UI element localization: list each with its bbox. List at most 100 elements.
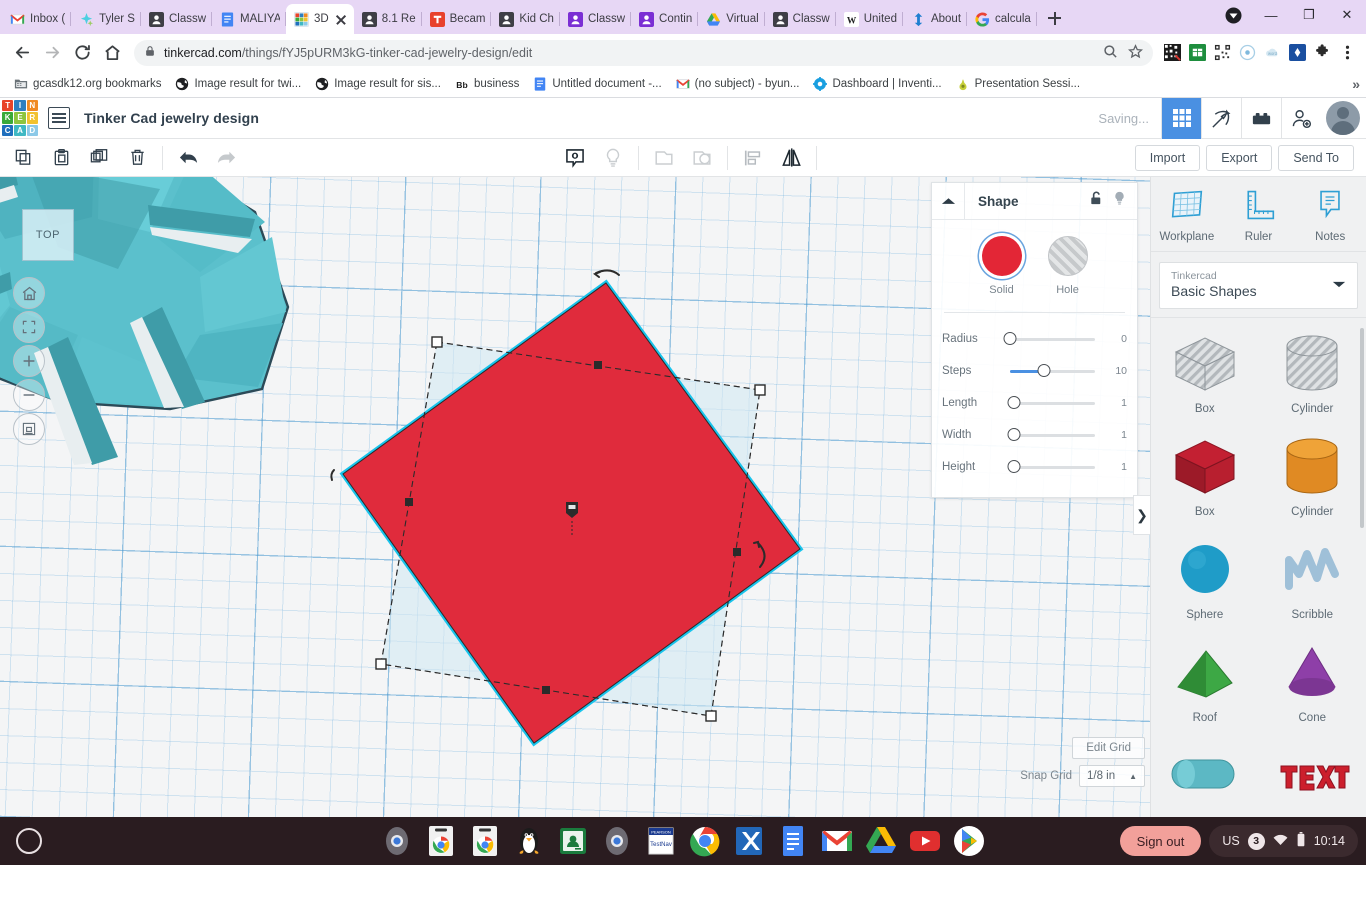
zoom-in-button[interactable] <box>13 345 45 377</box>
browser-tab[interactable]: Becam <box>422 4 492 34</box>
bookmark-star-icon[interactable] <box>1127 43 1144 62</box>
slider-track[interactable] <box>1003 332 1095 345</box>
play-store[interactable] <box>952 824 986 858</box>
wifi-icon[interactable] <box>1273 833 1288 849</box>
notification-badge[interactable]: 3 <box>1247 832 1265 850</box>
sidebar-scrollbar[interactable] <box>1360 328 1364 528</box>
notes-button[interactable] <box>556 141 594 175</box>
minimize-button[interactable]: — <box>1252 0 1290 30</box>
slider-knob[interactable] <box>1007 460 1021 473</box>
chromeos-shelf[interactable]: PEARSON TestNav Sign out US 3 10:14 <box>0 817 1366 865</box>
clock[interactable]: 10:14 <box>1314 834 1345 848</box>
shape-library-item-box[interactable]: Box <box>1151 429 1259 520</box>
align-button[interactable] <box>734 141 772 175</box>
undo-button[interactable] <box>169 141 207 175</box>
slider-row-radius[interactable]: Radius 0 <box>942 323 1127 355</box>
redo-button[interactable] <box>207 141 245 175</box>
bookmark-item[interactable]: Bb business <box>449 74 525 94</box>
blocks-mode-button[interactable] <box>1241 97 1281 139</box>
group-button[interactable] <box>645 141 683 175</box>
bookmark-item[interactable]: Image result for sis... <box>309 74 447 94</box>
slider-knob[interactable] <box>1003 332 1017 345</box>
bookmarks-bar[interactable]: gcasdk12.org bookmarks Image result for t… <box>0 71 1366 98</box>
user-avatar[interactable] <box>1326 101 1360 135</box>
sidebar-tool-workplane[interactable]: Workplane <box>1151 188 1223 243</box>
slider-knob[interactable] <box>1007 396 1021 409</box>
edit-grid-button[interactable]: Edit Grid <box>1072 737 1145 759</box>
blue-diamond-extension-icon[interactable] <box>1286 42 1308 64</box>
record-extension-icon[interactable] <box>1236 42 1258 64</box>
lightbulb-icon[interactable] <box>1111 190 1128 212</box>
copy-button[interactable] <box>4 141 42 175</box>
chevron-down-icon[interactable] <box>1332 276 1346 294</box>
slider-knob[interactable] <box>1007 428 1021 441</box>
slider-row-width[interactable]: Width 1 <box>942 419 1127 451</box>
shapes-sidebar[interactable]: Workplane Ruler Notes Tinkercad Basic Sh… <box>1150 177 1366 817</box>
send-to-button[interactable]: Send To <box>1278 144 1354 171</box>
xtramath-app[interactable] <box>732 824 766 858</box>
browser-tab[interactable]: About <box>903 4 968 34</box>
browser-tab[interactable]: Inbox ( <box>2 4 72 34</box>
bookmark-item[interactable]: Presentation Sessi... <box>950 74 1086 94</box>
extensions-row[interactable]: word <box>1161 42 1358 64</box>
reload-button[interactable] <box>68 39 96 67</box>
shape-library-picker[interactable]: Tinkercad Basic Shapes <box>1159 262 1358 309</box>
sidebar-tools[interactable]: Workplane Ruler Notes <box>1151 177 1366 252</box>
search-icon[interactable] <box>1103 44 1118 62</box>
slider-track[interactable] <box>1010 364 1095 377</box>
duplicate-button[interactable] <box>80 141 118 175</box>
sign-out-button[interactable]: Sign out <box>1119 826 1202 856</box>
bookmark-item[interactable]: (no subject) - byun... <box>670 74 806 94</box>
forward-button[interactable] <box>38 39 66 67</box>
browser-tab-strip[interactable]: Inbox (Tyler S Classw MALIYA 3D 8.1 Re Becam K… <box>0 0 1366 34</box>
chrome-menu-icon[interactable] <box>1336 42 1358 64</box>
launcher-button[interactable] <box>16 828 42 854</box>
slider-row-steps[interactable]: Steps 10 <box>942 355 1127 387</box>
back-button[interactable] <box>8 39 36 67</box>
shape-library-item[interactable] <box>1151 738 1259 817</box>
bookmarks-overflow-button[interactable]: » <box>1352 76 1360 92</box>
bookmark-item[interactable]: Untitled document -... <box>527 74 667 94</box>
sheets-extension-icon[interactable] <box>1186 42 1208 64</box>
solid-hole-selector[interactable]: Solid Hole <box>932 220 1137 306</box>
browser-tab[interactable]: Virtual <box>698 4 765 34</box>
home-button[interactable] <box>98 39 126 67</box>
browser-tab[interactable]: Classw <box>560 4 632 34</box>
shape-library-item-scribble[interactable]: Scribble <box>1259 532 1366 623</box>
panel-collapse-button[interactable] <box>932 183 965 219</box>
bookmark-item[interactable]: gcasdk12.org bookmarks <box>8 74 167 94</box>
design-canvas[interactable]: TOP Shape Solid Hole Radius 0 Steps 10 L… <box>0 177 1150 817</box>
browser-tab[interactable]: W United <box>836 4 903 34</box>
invite-people-button[interactable] <box>1281 97 1321 139</box>
shape-library-item-cylinder[interactable]: Cylinder <box>1259 326 1366 417</box>
chrome-shortcut-1[interactable] <box>424 824 458 858</box>
qr-extension-icon[interactable] <box>1161 42 1183 64</box>
qr-code-extension-icon[interactable] <box>1211 42 1233 64</box>
linux-terminal[interactable] <box>512 824 546 858</box>
view-controls[interactable] <box>13 277 45 447</box>
snap-grid-select[interactable]: 1/8 in ▲ <box>1079 765 1145 787</box>
browser-tab[interactable]: MALIYA <box>212 4 287 34</box>
ungroup-button[interactable] <box>683 141 721 175</box>
codeblocks-mode-button[interactable] <box>1201 97 1241 139</box>
profile-chip-icon[interactable] <box>1214 0 1252 30</box>
slider-value[interactable]: 1 <box>1101 461 1127 473</box>
project-menu-icon[interactable] <box>48 107 70 129</box>
system-tray[interactable]: US 3 10:14 <box>1209 825 1358 857</box>
perspective-toggle-button[interactable] <box>13 413 45 445</box>
slider-track[interactable] <box>1007 396 1095 409</box>
export-button[interactable]: Export <box>1206 144 1273 171</box>
bookmark-item[interactable]: Image result for twi... <box>169 74 307 94</box>
slider-value[interactable]: 1 <box>1101 397 1127 409</box>
shelf-app-list[interactable]: PEARSON TestNav <box>380 824 986 858</box>
tab-close-icon[interactable] <box>334 12 348 26</box>
pearson-testnav[interactable]: PEARSON TestNav <box>644 824 678 858</box>
slider-row-length[interactable]: Length 1 <box>942 387 1127 419</box>
gmail-app[interactable] <box>820 824 854 858</box>
extensions-puzzle-icon[interactable] <box>1311 42 1333 64</box>
new-tab-button[interactable] <box>1041 4 1069 32</box>
bookmark-item[interactable]: Dashboard | Inventi... <box>807 74 947 94</box>
slider-knob[interactable] <box>1037 364 1051 377</box>
camera-app-2[interactable] <box>600 824 634 858</box>
shape-library-item-sphere[interactable]: Sphere <box>1151 532 1259 623</box>
